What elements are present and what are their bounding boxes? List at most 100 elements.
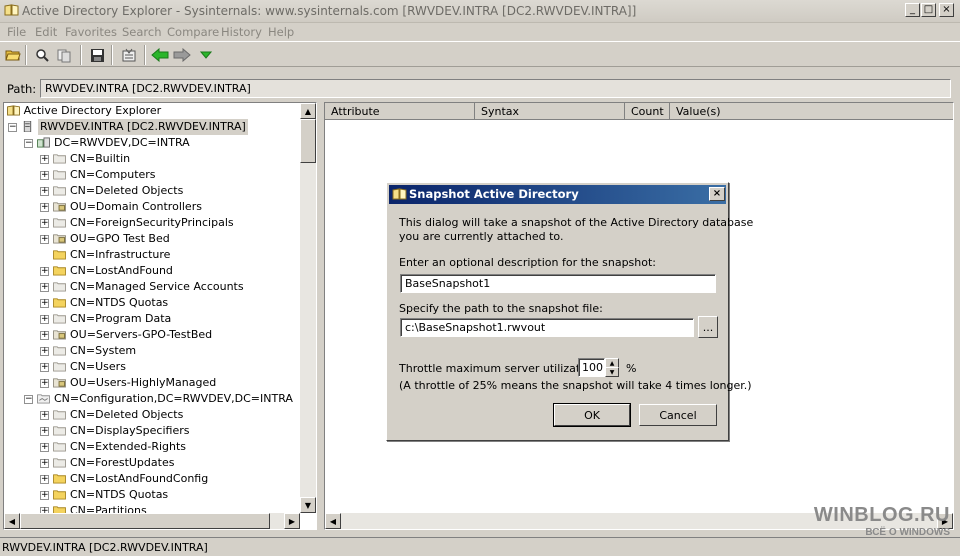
menu-search[interactable]: Search xyxy=(122,25,162,39)
expand-icon[interactable]: + xyxy=(40,299,49,308)
menu-edit[interactable]: Edit xyxy=(35,25,57,39)
folder-icon xyxy=(53,266,66,276)
ok-button[interactable]: OK xyxy=(553,403,631,427)
disconnect-button[interactable] xyxy=(54,45,74,65)
history-dropdown-button[interactable] xyxy=(196,45,216,65)
snapshot-path-input[interactable]: c:\BaseSnapshot1.rwvout xyxy=(400,318,694,337)
tree-view[interactable]: Active Directory Explorer − RWVDEV.INTRA [… xyxy=(3,102,317,530)
spin-up-icon: ▲ xyxy=(609,359,615,367)
spin-down-icon: ▼ xyxy=(609,368,615,376)
folder-icon xyxy=(53,474,66,484)
menu-file[interactable]: File xyxy=(7,25,26,39)
tree-item-label: RWVDEV.INTRA [DC2.RWVDEV.INTRA] xyxy=(38,119,248,135)
tree-item-label: CN=Deleted Objects xyxy=(70,184,184,197)
expand-icon[interactable]: + xyxy=(40,171,49,180)
maximize-button[interactable]: □ xyxy=(921,3,936,17)
connect-button[interactable] xyxy=(32,45,52,65)
container-icon xyxy=(53,442,66,452)
expand-icon[interactable]: + xyxy=(40,475,49,484)
dialog-intro-line2: you are currently attached to. xyxy=(399,230,564,243)
close-button[interactable]: × xyxy=(939,3,954,17)
folder-icon xyxy=(53,490,66,500)
scroll-up-button[interactable]: ▲ xyxy=(300,103,316,119)
expand-icon[interactable]: + xyxy=(40,459,49,468)
expand-icon[interactable]: + xyxy=(40,235,49,244)
expand-icon[interactable]: + xyxy=(40,155,49,164)
throttle-input[interactable]: 100 xyxy=(578,358,605,377)
expand-icon[interactable]: + xyxy=(40,491,49,500)
expand-icon[interactable]: + xyxy=(40,283,49,292)
tree-item-label: CN=Infrastructure xyxy=(70,248,171,261)
tree-item-label: CN=NTDS Quotas xyxy=(70,296,169,309)
back-button[interactable] xyxy=(150,45,170,65)
tree-item-label: DC=RWVDEV,DC=INTRA xyxy=(54,136,190,149)
scroll-h-thumb[interactable] xyxy=(20,513,270,529)
column-header-values[interactable]: Value(s) xyxy=(670,103,953,120)
minimize-button[interactable]: _ xyxy=(905,3,920,17)
tree-item-label: OU=Servers-GPO-TestBed xyxy=(70,328,213,341)
expand-icon[interactable]: + xyxy=(40,379,49,388)
column-header-count[interactable]: Count xyxy=(625,103,670,120)
expand-icon[interactable]: + xyxy=(40,203,49,212)
throttle-label: Throttle maximum server utilization xyxy=(399,362,597,375)
snapshot-dialog: Snapshot Active Directory × This dialog … xyxy=(386,182,753,441)
domain-icon xyxy=(37,137,50,148)
tree-horizontal-scrollbar[interactable]: ◀ ▶ xyxy=(4,513,300,529)
tree-item-label: CN=ForeignSecurityPrincipals xyxy=(70,216,234,229)
expand-icon[interactable]: + xyxy=(40,347,49,356)
close-icon: × xyxy=(942,4,951,15)
back-arrow-icon xyxy=(151,48,169,62)
spin-down-button[interactable]: ▼ xyxy=(605,367,619,377)
scroll-thumb[interactable] xyxy=(300,119,316,163)
menu-help[interactable]: Help xyxy=(268,25,294,39)
tree-item-label: CN=Managed Service Accounts xyxy=(70,280,244,293)
scroll-down-button[interactable]: ▼ xyxy=(300,497,316,513)
organizational-unit-icon xyxy=(53,234,66,244)
path-label: Path: xyxy=(7,82,37,96)
collapse-icon[interactable]: − xyxy=(8,123,17,132)
history-dropdown-icon xyxy=(200,51,212,59)
collapse-icon[interactable]: − xyxy=(24,139,33,148)
container-icon xyxy=(53,314,66,324)
expand-icon[interactable]: + xyxy=(40,411,49,420)
column-header-syntax[interactable]: Syntax xyxy=(475,103,625,120)
menu-compare[interactable]: Compare xyxy=(167,25,219,39)
browse-button[interactable]: ... xyxy=(698,316,718,338)
expand-icon[interactable]: + xyxy=(40,315,49,324)
disconnect-icon xyxy=(57,49,71,63)
path-field[interactable]: RWVDEV.INTRA [DC2.RWVDEV.INTRA] xyxy=(40,79,951,98)
scroll-left-button[interactable]: ◀ xyxy=(4,513,20,529)
expand-icon[interactable]: + xyxy=(40,443,49,452)
throttle-spinner[interactable]: ▲ ▼ xyxy=(605,358,619,377)
cancel-button[interactable]: Cancel xyxy=(639,404,717,426)
organizational-unit-icon xyxy=(53,330,66,340)
organizational-unit-icon xyxy=(53,378,66,388)
column-header-attribute[interactable]: Attribute xyxy=(325,103,475,120)
tree-item-label: OU=Domain Controllers xyxy=(70,200,202,213)
collapse-icon[interactable]: − xyxy=(24,395,33,404)
forward-button[interactable] xyxy=(172,45,192,65)
dialog-title: Snapshot Active Directory xyxy=(409,187,579,201)
container-icon xyxy=(53,346,66,356)
tree-vertical-scrollbar[interactable]: ▲ ▼ xyxy=(300,103,316,513)
pane-splitter[interactable] xyxy=(318,102,323,530)
open-button[interactable] xyxy=(3,45,23,65)
expand-icon[interactable]: + xyxy=(40,331,49,340)
scroll-right-button[interactable]: ▶ xyxy=(284,513,300,529)
container-icon xyxy=(53,410,66,420)
tree-item-label: Active Directory Explorer xyxy=(23,104,162,117)
description-input[interactable]: BaseSnapshot1 xyxy=(400,274,716,293)
expand-icon[interactable]: + xyxy=(40,187,49,196)
expand-icon[interactable]: + xyxy=(40,427,49,436)
properties-icon xyxy=(122,48,136,62)
expand-icon[interactable]: + xyxy=(40,363,49,372)
menu-favorites[interactable]: Favorites xyxy=(65,25,117,39)
container-icon xyxy=(53,458,66,468)
dialog-close-button[interactable]: × xyxy=(709,187,725,201)
expand-icon[interactable]: + xyxy=(40,267,49,276)
expand-icon[interactable]: + xyxy=(40,219,49,228)
properties-button[interactable] xyxy=(119,45,139,65)
menu-history[interactable]: History xyxy=(221,25,262,39)
list-scroll-left-button[interactable]: ◀ xyxy=(325,513,341,529)
save-button[interactable] xyxy=(87,45,107,65)
